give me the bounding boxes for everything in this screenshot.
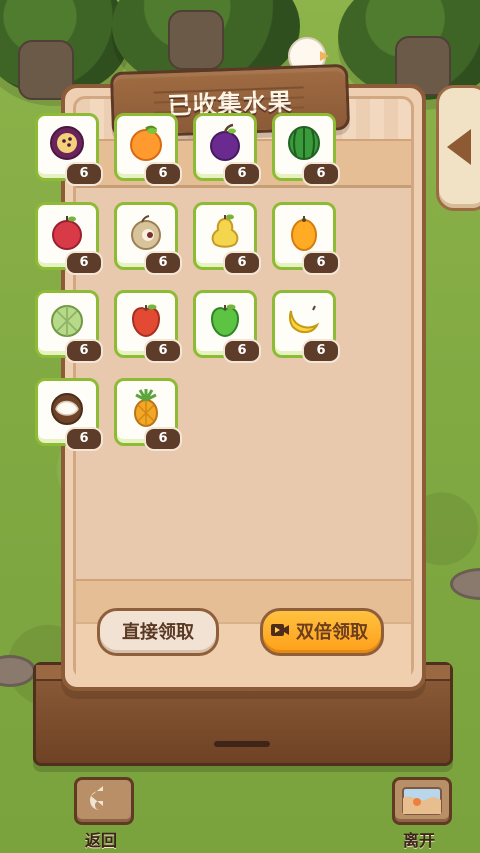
orange-icon xyxy=(130,125,162,161)
longan-icon xyxy=(131,215,161,250)
fruit-card: 6 xyxy=(272,202,340,275)
banana-icon xyxy=(288,305,320,333)
fruit-card: 6 xyxy=(193,290,261,363)
back-button-frame xyxy=(74,777,134,825)
return-arrow-icon xyxy=(90,786,109,810)
map-icon xyxy=(402,787,442,815)
count-badge: 6 xyxy=(223,251,261,275)
count-badge: 6 xyxy=(144,339,182,363)
count-badge: 6 xyxy=(223,162,261,186)
pear-icon xyxy=(211,214,239,248)
fruit-card: 6 xyxy=(272,113,340,186)
fruit-card: 6 xyxy=(272,290,340,363)
side-arrow-button[interactable] xyxy=(436,85,480,211)
video-icon xyxy=(271,624,289,636)
chevron-left-icon xyxy=(447,129,471,165)
count-badge: 6 xyxy=(144,427,182,451)
count-badge: 6 xyxy=(144,162,182,186)
pineapple-icon xyxy=(134,389,158,427)
fruit-card: 6 xyxy=(35,113,103,186)
passionfruit-icon xyxy=(50,126,84,160)
double-claim-label: 双倍领取 xyxy=(296,622,368,642)
double-claim-button[interactable]: 双倍领取 xyxy=(260,608,384,656)
count-badge: 6 xyxy=(223,339,261,363)
cherry-tomato-icon xyxy=(52,216,82,250)
fruit-card: 6 xyxy=(114,378,182,451)
count-badge: 6 xyxy=(65,427,103,451)
count-badge: 6 xyxy=(65,339,103,363)
fruit-card: 6 xyxy=(35,378,103,451)
count-badge: 6 xyxy=(65,251,103,275)
fruit-card: 6 xyxy=(193,202,261,275)
fruit-card: 6 xyxy=(193,113,261,186)
fruit-card: 6 xyxy=(35,290,103,363)
watermelon-icon xyxy=(288,126,320,160)
fruit-card: 6 xyxy=(114,113,182,186)
tree-trunk-center xyxy=(168,10,224,70)
coconut-icon xyxy=(51,393,83,425)
green-apple-icon xyxy=(210,304,240,338)
plum-icon xyxy=(210,123,240,161)
fruit-grid: 6 6 6 6 6 6 6 6 6 6 6 6 6 6 xyxy=(35,113,340,473)
direct-claim-label: 直接领取 xyxy=(122,622,194,642)
leave-button[interactable]: 离开 xyxy=(392,777,452,850)
leave-label: 离开 xyxy=(402,831,435,850)
fruit-card: 6 xyxy=(35,202,103,275)
back-button[interactable]: 返回 xyxy=(74,777,134,850)
apple-icon xyxy=(131,304,161,338)
count-badge: 6 xyxy=(302,251,340,275)
count-badge: 6 xyxy=(144,251,182,275)
cantaloupe-icon xyxy=(51,305,83,337)
back-label: 返回 xyxy=(84,831,117,850)
fruit-card: 6 xyxy=(114,290,182,363)
count-badge: 6 xyxy=(302,162,340,186)
fruit-card: 6 xyxy=(114,202,182,275)
shelf-slot xyxy=(214,741,270,747)
loquat-icon xyxy=(291,216,317,251)
direct-claim-button[interactable]: 直接领取 xyxy=(97,608,219,656)
game-scene: 已收集水果 6 6 6 6 6 6 6 6 6 6 6 6 6 6 直接领取 双… xyxy=(0,0,480,853)
count-badge: 6 xyxy=(302,339,340,363)
leave-button-frame xyxy=(392,777,452,825)
count-badge: 6 xyxy=(65,162,103,186)
